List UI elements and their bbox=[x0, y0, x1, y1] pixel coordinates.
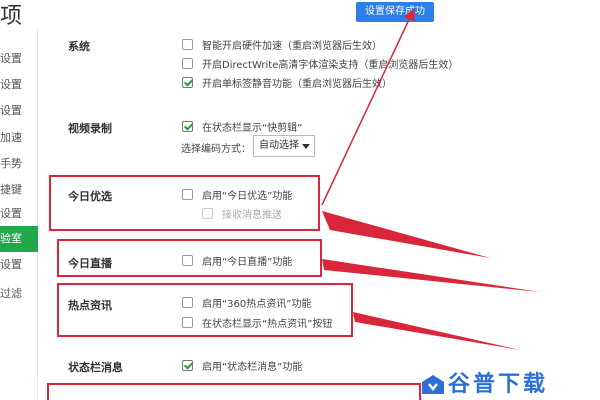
arrow-to-toast bbox=[321, 8, 415, 206]
arrow-today-live-icon bbox=[322, 259, 540, 292]
arrow-hot-news-icon bbox=[353, 312, 520, 350]
watermark-text: 谷普下载 bbox=[448, 372, 549, 397]
download-logo-icon bbox=[422, 375, 444, 394]
watermark: 谷普下载 bbox=[420, 366, 548, 398]
arrow-today-pick-icon bbox=[322, 211, 490, 258]
annotation-arrows bbox=[321, 8, 540, 350]
